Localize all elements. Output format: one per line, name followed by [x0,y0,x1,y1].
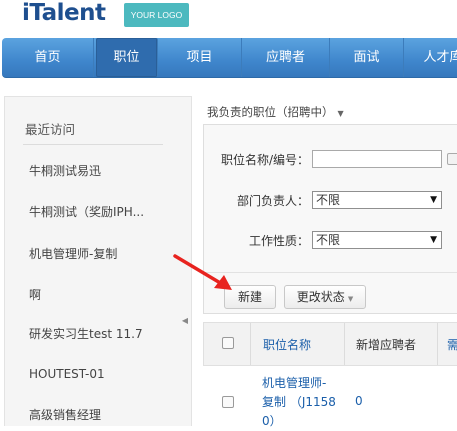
job-nature-value: 不限 [316,233,341,247]
sidebar-collapse-icon[interactable]: ◀ [178,306,192,336]
sidebar-item-recent-4[interactable]: 啊 [29,286,41,303]
column-divider [437,323,438,365]
job-nature-select[interactable]: 不限 ▼ [312,231,442,249]
section-title[interactable]: 我负责的职位（招聘中） ▼ [207,104,344,120]
nav-item-home[interactable]: 首页 [2,38,94,77]
position-title-line1: 机电管理师- [262,376,327,390]
sidebar-item-recent-2[interactable]: 牛桐测试（奖励IPH... [29,203,144,220]
app-logo[interactable]: iTalent [22,0,106,26]
select-all-checkbox[interactable] [222,337,234,349]
position-title-line2: 复制 （J1158 [262,395,336,409]
chevron-down-icon: ▼ [337,109,344,118]
filter-checkbox[interactable] [447,153,457,165]
department-owner-value: 不限 [316,193,341,207]
sidebar-item-recent-3[interactable]: 机电管理师-复制 [29,245,117,262]
department-owner-select[interactable]: 不限 ▼ [312,191,442,209]
new-applicants-count[interactable]: 0 [355,394,363,408]
sidebar-item-recent-6[interactable]: HOUTEST-01 [29,367,105,381]
red-arrow-annotation [173,254,232,290]
sidebar-title: 最近访问 [25,122,76,137]
nav-item-candidates[interactable]: 应聘者 [242,38,330,77]
chevron-down-icon: ▼ [347,295,354,303]
sidebar-divider [23,144,163,145]
job-nature-label: 工作性质： [249,234,310,248]
main-nav: 首页 职位 项目 应聘者 面试 人才库 [2,38,457,78]
company-logo-placeholder: YOUR LOGO [124,3,189,27]
department-owner-label: 部门负责人： [237,194,310,208]
column-header-position-name[interactable]: 职位名称 [263,336,311,353]
sidebar-item-recent-7[interactable]: 高级销售经理 [29,406,101,423]
nav-item-talent-pool[interactable]: 人才库 [404,38,457,77]
change-status-button[interactable]: 更改状态 ▼ [284,285,366,309]
nav-item-positions[interactable]: 职位 [96,38,158,77]
column-divider [344,323,345,365]
position-name-input[interactable] [312,150,442,168]
brand-bar: iTalent YOUR LOGO [0,0,457,38]
column-header-new-applicants: 新增应聘者 [356,338,417,352]
column-header-truncated[interactable]: 需 [447,336,457,353]
nav-item-projects[interactable]: 项目 [158,38,242,77]
change-status-label: 更改状态 [296,290,345,304]
table-header [203,322,457,366]
column-divider [250,323,251,365]
nav-item-interviews[interactable]: 面试 [330,38,404,77]
sidebar-item-recent-5[interactable]: 研发实习生test 11.7 [29,325,143,342]
sidebar-item-recent-1[interactable]: 牛桐测试易迅 [29,162,101,179]
row-checkbox[interactable] [222,396,234,408]
position-title-line3: 0） [262,414,282,428]
chevron-down-icon: ▼ [430,195,437,205]
position-name-label: 职位名称/编号： [221,153,310,167]
chevron-down-icon: ▼ [430,235,437,245]
panel-divider [204,272,457,273]
position-link[interactable]: 机电管理师- 复制 （J1158 0） [262,374,336,431]
section-title-text: 我负责的职位（招聘中） [207,105,334,119]
